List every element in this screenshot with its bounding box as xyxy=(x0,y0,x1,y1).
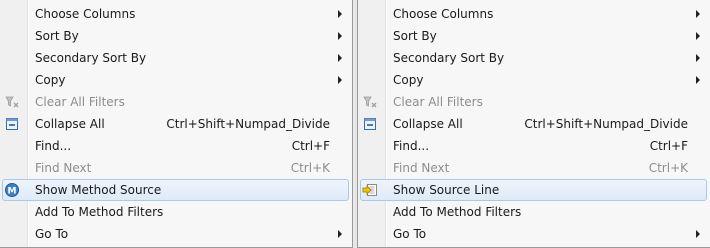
clear-filters-icon xyxy=(362,94,378,110)
menu-item-label: Choose Columns xyxy=(35,7,136,21)
menu-item-show-source-line[interactable]: Show Source Line xyxy=(360,179,707,201)
method-source-icon: M xyxy=(4,182,20,198)
submenu-arrow-icon xyxy=(338,32,342,40)
menu-item-shortcut: Ctrl+F xyxy=(291,139,330,153)
menu-item-clear-all-filters: Clear All Filters xyxy=(360,91,707,113)
menu-item-label: Choose Columns xyxy=(393,7,494,21)
submenu-arrow-icon xyxy=(338,54,342,62)
menu-item-choose-columns[interactable]: Choose Columns xyxy=(360,3,707,25)
svg-text:M: M xyxy=(8,187,17,197)
menu-item-label: Sort By xyxy=(35,29,79,43)
menu-item-go-to[interactable]: Go To xyxy=(2,223,349,245)
context-menu-left: Choose Columns Sort By Secondary Sort By Co… xyxy=(0,0,353,248)
menu-item-label: Find... xyxy=(35,139,72,153)
collapse-all-icon xyxy=(362,116,378,132)
menu-item-copy[interactable]: Copy xyxy=(360,69,707,91)
menu-item-label: Go To xyxy=(35,227,69,241)
menu-item-label: Add To Method Filters xyxy=(393,205,522,219)
menu-item-label: Collapse All xyxy=(35,117,105,131)
menu-item-label: Find Next xyxy=(35,161,92,175)
submenu-arrow-icon xyxy=(338,76,342,84)
menu-item-label: Copy xyxy=(393,73,424,87)
menu-item-add-to-method-filters[interactable]: Add To Method Filters xyxy=(2,201,349,223)
menu-item-secondary-sort-by[interactable]: Secondary Sort By xyxy=(2,47,349,69)
menu-item-shortcut: Ctrl+K xyxy=(648,161,688,175)
menu-item-sort-by[interactable]: Sort By xyxy=(360,25,707,47)
menu-item-go-to[interactable]: Go To xyxy=(360,223,707,245)
menu-item-copy[interactable]: Copy xyxy=(2,69,349,91)
menu-item-label: Find Next xyxy=(393,161,450,175)
menu-item-label: Show Source Line xyxy=(393,183,500,197)
menu-item-label: Copy xyxy=(35,73,66,87)
clear-filters-icon xyxy=(4,94,20,110)
menu-item-label: Go To xyxy=(393,227,427,241)
menu-item-find[interactable]: Find... Ctrl+F xyxy=(360,135,707,157)
menu-item-label: Sort By xyxy=(393,29,437,43)
submenu-arrow-icon xyxy=(696,54,700,62)
menu-item-label: Secondary Sort By xyxy=(35,51,147,65)
menu-item-sort-by[interactable]: Sort By xyxy=(2,25,349,47)
submenu-arrow-icon xyxy=(696,10,700,18)
menu-item-collapse-all[interactable]: Collapse All Ctrl+Shift+Numpad_Divide xyxy=(2,113,349,135)
submenu-arrow-icon xyxy=(338,230,342,238)
menu-item-label: Clear All Filters xyxy=(393,95,483,109)
submenu-arrow-icon xyxy=(338,10,342,18)
submenu-arrow-icon xyxy=(696,230,700,238)
menu-item-label: Collapse All xyxy=(393,117,463,131)
submenu-arrow-icon xyxy=(696,32,700,40)
source-line-icon xyxy=(362,182,378,198)
menu-item-shortcut: Ctrl+Shift+Numpad_Divide xyxy=(524,117,688,131)
menu-item-secondary-sort-by[interactable]: Secondary Sort By xyxy=(360,47,707,69)
collapse-all-icon xyxy=(4,116,20,132)
context-menu-right: Choose Columns Sort By Secondary Sort By Co… xyxy=(357,0,710,248)
menu-item-label: Show Method Source xyxy=(35,183,162,197)
menu-item-clear-all-filters: Clear All Filters xyxy=(2,91,349,113)
menu-item-show-method-source[interactable]: M Show Method Source xyxy=(2,179,349,201)
menu-item-shortcut: Ctrl+K xyxy=(290,161,330,175)
menu-item-label: Clear All Filters xyxy=(35,95,125,109)
menu-item-label: Find... xyxy=(393,139,430,153)
menu-item-find-next: Find Next Ctrl+K xyxy=(2,157,349,179)
menu-item-shortcut: Ctrl+F xyxy=(649,139,688,153)
submenu-arrow-icon xyxy=(696,76,700,84)
menu-item-label: Add To Method Filters xyxy=(35,205,164,219)
menu-item-choose-columns[interactable]: Choose Columns xyxy=(2,3,349,25)
menu-item-label: Secondary Sort By xyxy=(393,51,505,65)
menu-item-find[interactable]: Find... Ctrl+F xyxy=(2,135,349,157)
menu-item-shortcut: Ctrl+Shift+Numpad_Divide xyxy=(166,117,330,131)
menu-item-add-to-method-filters[interactable]: Add To Method Filters xyxy=(360,201,707,223)
menu-item-find-next: Find Next Ctrl+K xyxy=(360,157,707,179)
menu-item-collapse-all[interactable]: Collapse All Ctrl+Shift+Numpad_Divide xyxy=(360,113,707,135)
